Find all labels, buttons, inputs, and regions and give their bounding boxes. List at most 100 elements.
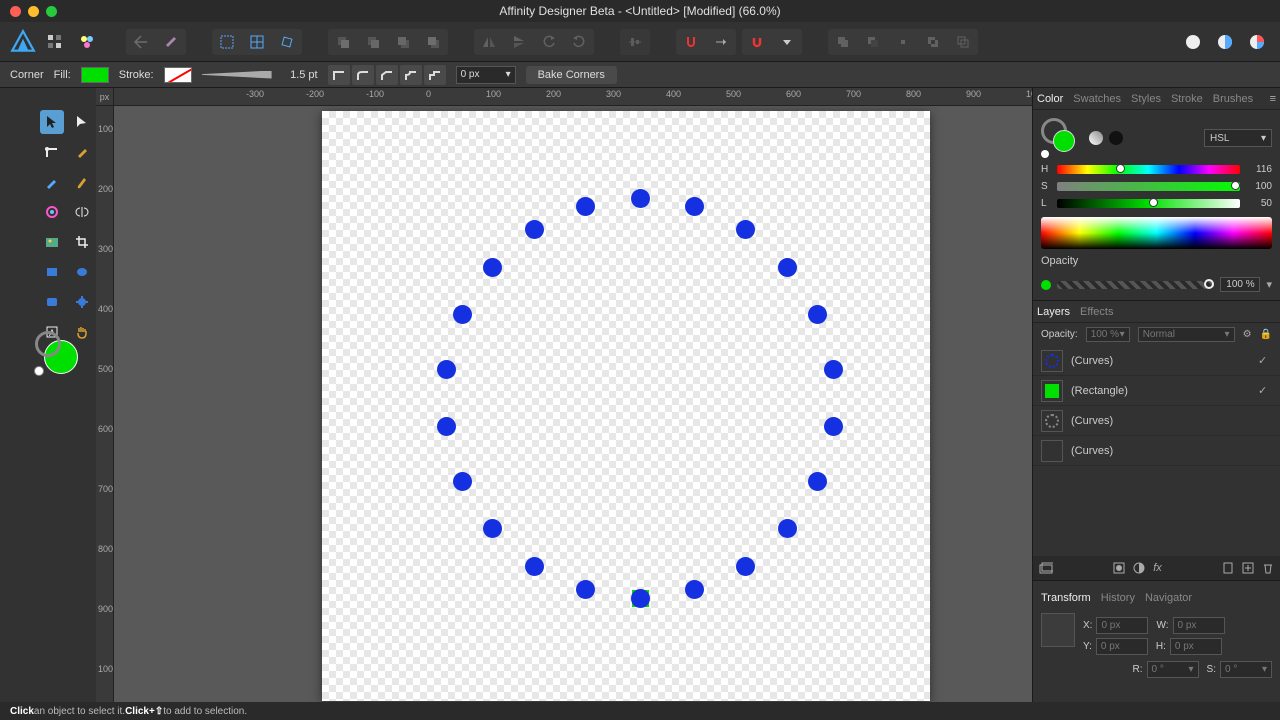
transform-y-field[interactable]: 0 px [1096, 638, 1148, 655]
rounded-rect-tool-icon[interactable] [40, 290, 64, 314]
curve-dot[interactable] [437, 360, 456, 379]
eyedropper-icon[interactable] [1089, 131, 1103, 145]
transform-x-field[interactable]: 0 px [1096, 617, 1148, 634]
vertical-ruler[interactable]: 1002003004005006007008009001000 [96, 106, 114, 702]
bool-subtract-icon[interactable] [858, 29, 888, 55]
corner-radius-select[interactable]: 0 px ▾ [456, 66, 516, 84]
color-mode-select[interactable]: HSL▾ [1204, 129, 1272, 147]
tab-styles[interactable]: Styles [1131, 93, 1161, 105]
layers-group-icon[interactable] [1039, 562, 1053, 574]
corner-concave-icon[interactable] [400, 65, 422, 85]
bool-divide-icon[interactable] [948, 29, 978, 55]
place-image-tool-icon[interactable] [40, 230, 64, 254]
layer-blend-select[interactable]: Normal▾ [1138, 327, 1235, 342]
curve-dot[interactable] [685, 197, 704, 216]
curve-dot[interactable] [736, 220, 755, 239]
corner-round-icon[interactable] [352, 65, 374, 85]
tab-color[interactable]: Color [1037, 93, 1063, 105]
hue-slider[interactable] [1057, 165, 1240, 174]
curve-dot[interactable] [808, 472, 827, 491]
transform-w-field[interactable]: 0 px [1173, 617, 1225, 634]
tab-swatches[interactable]: Swatches [1073, 93, 1121, 105]
corner-cutout-icon[interactable] [424, 65, 446, 85]
layer-item[interactable]: (Curves) [1033, 436, 1280, 466]
fill-stroke-selector[interactable] [44, 340, 78, 374]
blend-circle-quarter-icon[interactable] [1244, 29, 1270, 55]
tab-brushes[interactable]: Brushes [1213, 93, 1253, 105]
color-spectrum[interactable] [1041, 217, 1272, 249]
stroke-swatch[interactable] [164, 67, 192, 83]
anchor-selector[interactable] [1041, 613, 1075, 647]
layer-lock-icon[interactable]: 🔒 [1260, 329, 1272, 340]
curve-dot[interactable] [808, 305, 827, 324]
tab-layers[interactable]: Layers [1037, 306, 1070, 318]
tab-transform[interactable]: Transform [1041, 592, 1091, 604]
curve-dot[interactable] [525, 220, 544, 239]
bool-intersect-icon[interactable] [888, 29, 918, 55]
curve-dot[interactable] [483, 519, 502, 538]
corner-straight-icon[interactable] [376, 65, 398, 85]
fill-swatch[interactable] [81, 67, 109, 83]
curve-dot[interactable] [453, 305, 472, 324]
curve-dot[interactable] [483, 258, 502, 277]
order-front-icon[interactable] [328, 29, 358, 55]
bool-add-icon[interactable] [828, 29, 858, 55]
move-tool-icon[interactable] [40, 110, 64, 134]
corner-tool-icon[interactable] [40, 140, 64, 164]
curve-dot[interactable] [685, 580, 704, 599]
node-tool-icon[interactable] [70, 110, 94, 134]
blend-circle-white-icon[interactable] [1180, 29, 1206, 55]
curve-dot[interactable] [437, 417, 456, 436]
order-forward-icon[interactable] [358, 29, 388, 55]
curve-dot[interactable] [631, 589, 650, 608]
layer-item[interactable]: (Curves) [1033, 406, 1280, 436]
layer-opacity-select[interactable]: 100 %▾ [1086, 327, 1130, 342]
persona-designer-icon[interactable] [42, 29, 68, 55]
tab-history[interactable]: History [1101, 592, 1135, 604]
pencil-tool-icon[interactable] [40, 170, 64, 194]
snap-toggle-icon[interactable] [676, 29, 706, 55]
tab-navigator[interactable]: Navigator [1145, 592, 1192, 604]
curve-dot[interactable] [824, 360, 843, 379]
tab-effects[interactable]: Effects [1080, 306, 1113, 318]
curve-dot[interactable] [778, 258, 797, 277]
chevron-down-icon[interactable]: ▾ [1266, 278, 1272, 291]
corner-none-icon[interactable] [328, 65, 350, 85]
transparency-tool-icon[interactable] [70, 200, 94, 224]
snap-grid-icon[interactable] [212, 29, 242, 55]
stroke-width-slider[interactable]: 1.5 pt [202, 69, 318, 81]
rotate-ccw-icon[interactable] [534, 29, 564, 55]
bake-corners-button[interactable]: Bake Corners [526, 66, 617, 84]
order-back-icon[interactable] [418, 29, 448, 55]
noframe-icon[interactable] [1109, 131, 1123, 145]
transform-h-field[interactable]: 0 px [1170, 638, 1222, 655]
transform-r-field[interactable]: 0 °▾ [1147, 661, 1199, 678]
snap-axis-icon[interactable] [706, 29, 736, 55]
add-layer-icon[interactable] [1242, 562, 1254, 574]
snapping-magnet-icon[interactable] [742, 29, 772, 55]
delete-layer-icon[interactable] [1262, 562, 1274, 574]
persona-pixel-icon[interactable] [74, 29, 100, 55]
snapping-dropdown-icon[interactable] [772, 29, 802, 55]
ellipse-tool-icon[interactable] [70, 260, 94, 284]
snap-bounds-icon[interactable] [242, 29, 272, 55]
brush-tool-icon[interactable] [70, 170, 94, 194]
fx-icon[interactable]: fx [1153, 562, 1162, 574]
fill-tool-icon[interactable] [40, 200, 64, 224]
curve-dot[interactable] [576, 580, 595, 599]
flip-h-icon[interactable] [474, 29, 504, 55]
adjustment-icon[interactable] [1133, 562, 1145, 574]
layer-item[interactable]: (Rectangle)✓ [1033, 376, 1280, 406]
crop-tool-icon[interactable] [70, 230, 94, 254]
color-preview[interactable] [1041, 118, 1081, 158]
cog-tool-icon[interactable] [70, 290, 94, 314]
panel-menu-icon[interactable]: ≡ [1270, 93, 1276, 105]
mask-icon[interactable] [1113, 562, 1125, 574]
curve-dot[interactable] [453, 472, 472, 491]
curve-dot[interactable] [824, 417, 843, 436]
clipboard-icon[interactable] [1222, 562, 1234, 574]
flip-v-icon[interactable] [504, 29, 534, 55]
order-backward-icon[interactable] [388, 29, 418, 55]
rotate-cw-icon[interactable] [564, 29, 594, 55]
horizontal-ruler[interactable]: -300-200-1000100200300400500600700800900… [114, 88, 1032, 106]
